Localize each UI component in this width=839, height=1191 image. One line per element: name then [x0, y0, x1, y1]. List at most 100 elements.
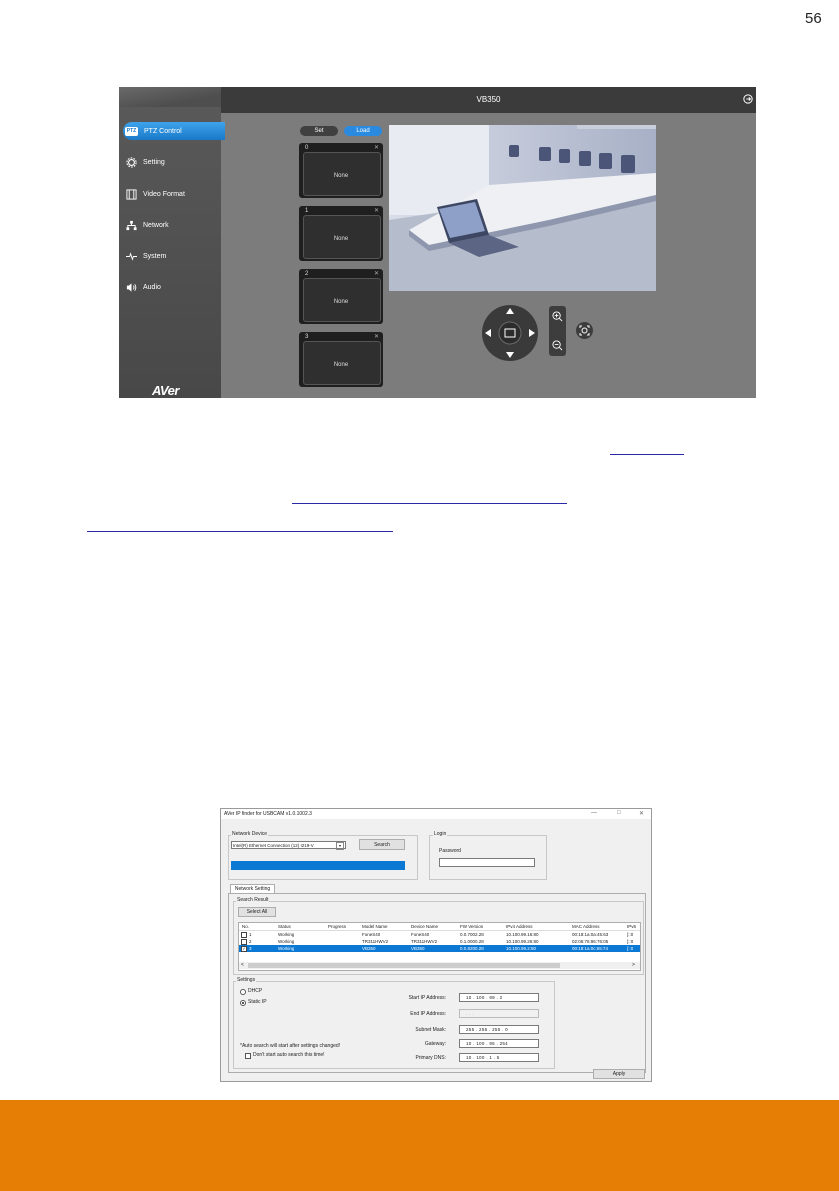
ip-finder-window: AVer IP finder for USBCAM v1.0.1002.3 — …: [220, 808, 652, 1082]
cell-fw: 0.1.0000.28: [460, 939, 484, 944]
column-header[interactable]: Progress: [328, 923, 346, 930]
zoom-control: [549, 306, 566, 356]
primary-dns-label: Primary DNS:: [415, 1055, 446, 1061]
camera-live-view[interactable]: [389, 125, 656, 291]
table-row[interactable]: 2 Working TR311HWV2 TR311HWV2 0.1.0000.2…: [239, 938, 640, 945]
preset-name: None: [333, 173, 349, 179]
subnet-mask-field[interactable]: 255 . 255 . 255 . 0: [459, 1025, 539, 1034]
column-header[interactable]: Model Name: [362, 923, 388, 930]
settings-label: Settings: [236, 977, 257, 983]
close-icon[interactable]: ✕: [374, 270, 379, 277]
password-label: Password: [439, 848, 461, 854]
gateway-label: Gateway:: [424, 1041, 446, 1047]
start-ip-field[interactable]: 10 . 100 . 99 . 2: [459, 993, 539, 1002]
static-ip-radio[interactable]: [240, 1000, 246, 1006]
cell-device: VB350: [411, 946, 425, 951]
sidebar-item-label: Audio: [143, 283, 161, 291]
close-icon[interactable]: ✕: [374, 144, 379, 151]
window-title: AVer IP finder for USBCAM v1.0.1002.3: [224, 811, 312, 817]
logout-icon[interactable]: [743, 94, 753, 104]
preset-slot[interactable]: 0 ✕ None: [299, 143, 383, 198]
table-row-selected[interactable]: ✓ 3 Working VB350 VB350 0.0.8200.28 10.1…: [239, 945, 640, 952]
load-button[interactable]: Load: [344, 126, 382, 136]
network-device-select[interactable]: Intel(R) Ethernet Connection (12) I219-V…: [231, 841, 346, 850]
column-header[interactable]: Status: [278, 923, 291, 930]
column-header[interactable]: IPv6: [627, 923, 636, 930]
preset-slot[interactable]: 3 ✕ None: [299, 332, 383, 387]
close-icon[interactable]: ✕: [374, 333, 379, 340]
dhcp-radio[interactable]: [240, 989, 246, 995]
ptz-icon: PTZ: [125, 126, 138, 136]
cell-status: Working: [278, 932, 295, 937]
hyperlink-underline[interactable]: [292, 503, 567, 504]
sidebar-item-system[interactable]: System: [125, 247, 221, 265]
cell-ipv6: [::0: [627, 946, 634, 951]
ptz-direction-pad[interactable]: [481, 304, 539, 362]
column-header[interactable]: No.: [242, 923, 249, 930]
sidebar-item-label: PTZ Control: [144, 127, 182, 135]
network-device-label: Network Device: [231, 831, 269, 837]
table-row[interactable]: 1 Working FoneS40 FoneS40 0.0.7002.28 10…: [239, 931, 640, 938]
column-header[interactable]: IPv4 Address: [506, 923, 533, 930]
film-icon: [125, 188, 137, 200]
zoom-in-icon[interactable]: [550, 309, 565, 324]
maximize-button[interactable]: □: [617, 810, 621, 816]
network-icon: [125, 219, 137, 231]
cell-model: TR311HWV2: [362, 939, 389, 944]
row-checkbox-checked[interactable]: ✓: [241, 946, 247, 952]
auto-focus-icon[interactable]: [576, 322, 593, 339]
preset-name: None: [333, 236, 349, 242]
close-icon[interactable]: ✕: [374, 207, 379, 214]
preset-number: 3: [305, 334, 309, 340]
cell-ipv6: [::0: [627, 939, 634, 944]
cell-model: VB350: [362, 946, 376, 951]
scroll-left-icon[interactable]: <: [241, 962, 244, 968]
password-field[interactable]: [439, 858, 535, 867]
hyperlink-underline[interactable]: [610, 454, 684, 455]
sidebar-item-label: Network: [143, 221, 169, 229]
gateway-field[interactable]: 10 . 100 . 95 . 254: [459, 1039, 539, 1048]
device-table: No. Status Progress Model Name Device Na…: [238, 922, 641, 971]
preset-number: 1: [305, 208, 309, 214]
sidebar-item-audio[interactable]: Audio: [125, 278, 221, 296]
search-button[interactable]: Search: [359, 839, 405, 850]
sidebar-item-setting[interactable]: Setting: [125, 153, 221, 171]
cell-no: 3: [249, 946, 252, 951]
horizontal-scrollbar[interactable]: < >: [239, 962, 640, 969]
aver-logo: AVer: [152, 383, 179, 398]
primary-dns-field[interactable]: 10 . 100 . 1 . 5: [459, 1053, 539, 1062]
network-device-value: Intel(R) Ethernet Connection (12) I219-V: [233, 843, 314, 848]
sidebar-item-ptz-control[interactable]: PTZ PTZ Control: [123, 122, 225, 140]
zoom-out-icon[interactable]: [550, 338, 565, 353]
dont-search-checkbox[interactable]: [245, 1053, 251, 1059]
hyperlink-underline[interactable]: [87, 531, 393, 532]
column-header[interactable]: MAC Address: [572, 923, 600, 930]
minimize-button[interactable]: —: [591, 810, 597, 816]
sidebar-item-network[interactable]: Network: [125, 216, 221, 234]
cell-ipv4: 10.100.99.26:80: [506, 939, 539, 944]
select-all-button[interactable]: Select All: [238, 907, 276, 917]
search-progress-bar: [231, 861, 405, 870]
preset-number: 0: [305, 145, 309, 151]
chevron-down-icon[interactable]: ▾: [336, 842, 344, 850]
sidebar-item-video-format[interactable]: Video Format: [125, 185, 221, 203]
speaker-icon: [125, 281, 137, 293]
scroll-right-icon[interactable]: >: [632, 962, 635, 968]
set-button[interactable]: Set: [300, 126, 338, 136]
cell-ipv4: 10.100.99.16:80: [506, 932, 539, 937]
subnet-mask-label: Subnet Mask:: [415, 1027, 446, 1033]
preset-slot[interactable]: 2 ✕ None: [299, 269, 383, 324]
cell-no: 1: [249, 932, 252, 937]
apply-button[interactable]: Apply: [593, 1069, 645, 1079]
cell-no: 2: [249, 939, 252, 944]
sidebar-decoration: [119, 87, 221, 107]
column-header[interactable]: Device Name: [411, 923, 438, 930]
preset-slot[interactable]: 1 ✕ None: [299, 206, 383, 261]
close-button[interactable]: ✕: [639, 810, 644, 817]
scrollbar-thumb[interactable]: [248, 963, 560, 968]
footer-bar: [0, 1100, 839, 1191]
preset-name: None: [333, 299, 349, 305]
column-header[interactable]: FW Version: [460, 923, 483, 930]
preset-number: 2: [305, 271, 309, 277]
cell-ipv6: [::0: [627, 932, 634, 937]
